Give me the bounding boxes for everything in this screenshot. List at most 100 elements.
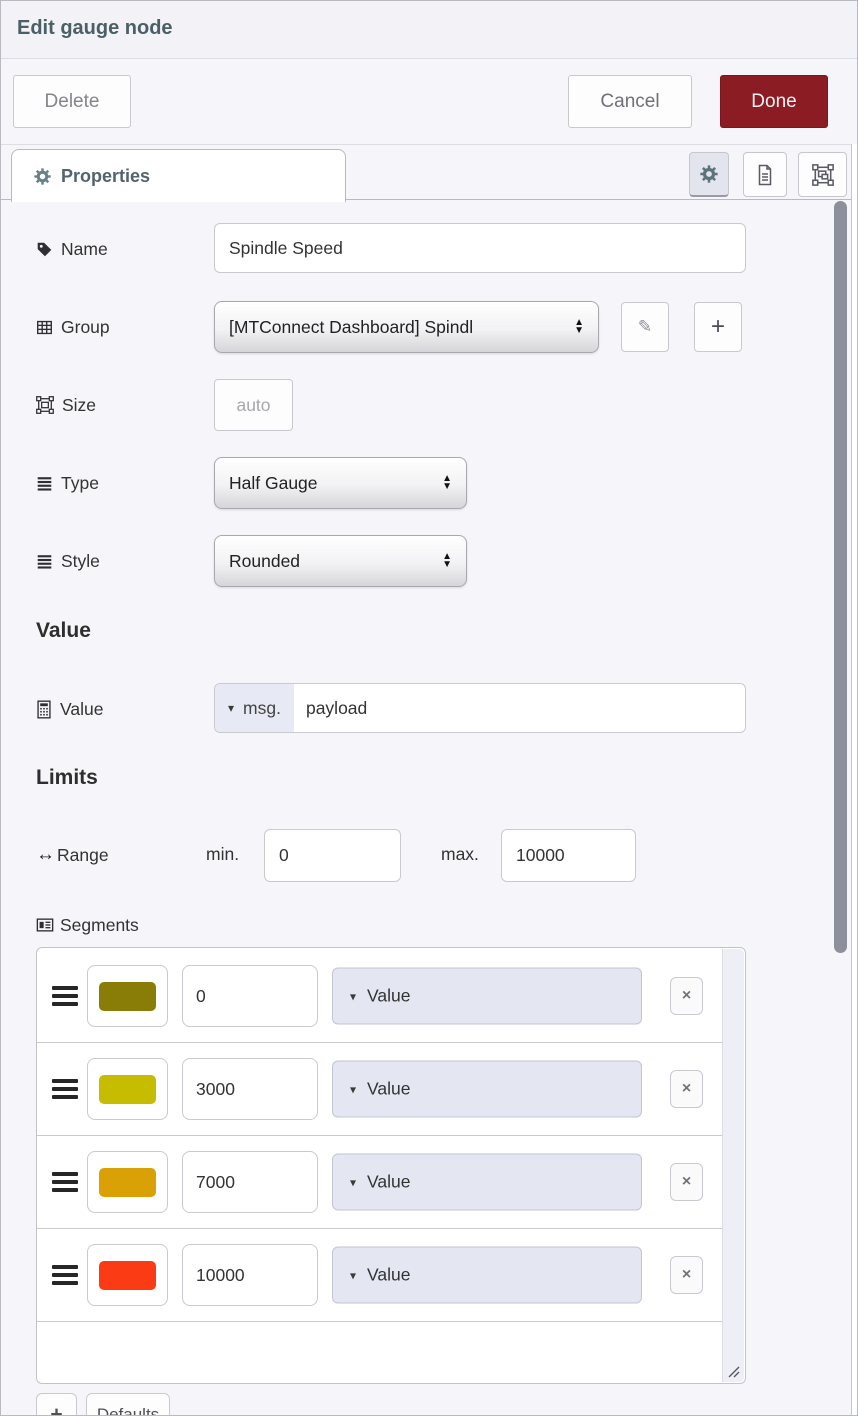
style-label-text: Style <box>61 551 100 572</box>
tab-properties-label: Properties <box>61 166 150 187</box>
value-type-label: msg. <box>243 698 281 719</box>
close-icon: × <box>682 988 691 1004</box>
appearance-tab-button[interactable] <box>798 152 847 197</box>
range-label-text: Range <box>57 845 109 866</box>
remove-segment-button[interactable]: × <box>670 1070 703 1108</box>
value-type-dropdown[interactable]: ▾ msg. <box>215 684 294 732</box>
value-typed-input: ▾ msg. <box>214 683 746 733</box>
defaults-button[interactable]: Defaults <box>86 1393 170 1416</box>
select-arrows-icon: ▲▼ <box>442 553 452 569</box>
segment-type-dropdown[interactable]: ▾ Value <box>332 1061 642 1118</box>
type-field-label: Type <box>36 457 99 509</box>
drag-handle-icon[interactable] <box>52 1075 78 1103</box>
tab-properties[interactable]: Properties <box>11 149 346 202</box>
add-group-button[interactable]: + <box>694 302 742 352</box>
segments-scroll-track[interactable] <box>722 949 744 1382</box>
list-icon <box>36 553 53 570</box>
list-icon <box>36 475 53 492</box>
remove-segment-button[interactable]: × <box>670 977 703 1015</box>
close-icon: × <box>682 1174 691 1190</box>
segment-row: ▾ Value × <box>37 1229 723 1322</box>
value-section-heading: Value <box>36 619 91 643</box>
description-tab-button[interactable] <box>743 152 787 197</box>
name-label-text: Name <box>61 239 108 260</box>
size-auto-button[interactable]: auto <box>214 379 293 431</box>
type-select-value: Half Gauge <box>229 473 436 494</box>
caret-down-icon: ▾ <box>350 989 356 1003</box>
done-button[interactable]: Done <box>720 75 828 128</box>
gear-icon <box>34 168 51 185</box>
calculator-icon <box>36 700 52 719</box>
size-field-label: Size <box>36 379 96 431</box>
dialog-header: Edit gauge node <box>1 1 857 59</box>
segment-color-swatch <box>99 982 156 1011</box>
caret-down-icon: ▾ <box>350 1175 356 1189</box>
segment-type-label: Value <box>367 1265 410 1286</box>
resize-handle-icon[interactable] <box>725 1363 743 1381</box>
limits-section-heading: Limits <box>36 766 98 790</box>
value-property-input[interactable] <box>294 684 745 732</box>
segment-color-button[interactable] <box>87 1151 168 1213</box>
close-icon: × <box>682 1081 691 1097</box>
plus-icon: + <box>711 313 725 341</box>
segment-type-dropdown[interactable]: ▾ Value <box>332 968 642 1025</box>
style-select[interactable]: Rounded ▲▼ <box>214 535 467 587</box>
gear-icon <box>700 165 718 183</box>
segment-type-label: Value <box>367 1172 410 1193</box>
name-input[interactable] <box>214 223 746 273</box>
segment-value-input[interactable] <box>182 1058 318 1120</box>
segments-rows: ▾ Value × ▾ Value × ▾ Value × <box>37 950 723 1322</box>
cancel-button[interactable]: Cancel <box>568 75 692 128</box>
segments-field-label: Segments <box>36 899 139 951</box>
range-field-label: ↔ Range <box>36 829 109 881</box>
delete-button[interactable]: Delete <box>13 75 131 128</box>
segment-value-input[interactable] <box>182 965 318 1027</box>
document-icon <box>755 164 775 186</box>
segments-icon <box>36 916 54 934</box>
caret-down-icon: ▾ <box>350 1082 356 1096</box>
segment-color-button[interactable] <box>87 1244 168 1306</box>
segment-color-button[interactable] <box>87 965 168 1027</box>
close-icon: × <box>682 1267 691 1283</box>
range-max-input[interactable] <box>501 829 636 882</box>
select-arrows-icon: ▲▼ <box>574 319 584 335</box>
size-label-text: Size <box>62 395 96 416</box>
group-select-value: [MTConnect Dashboard] Spindl <box>229 317 568 338</box>
style-field-label: Style <box>36 535 100 587</box>
segment-type-dropdown[interactable]: ▾ Value <box>332 1154 642 1211</box>
group-label-text: Group <box>61 317 110 338</box>
type-label-text: Type <box>61 473 99 494</box>
caret-down-icon: ▾ <box>350 1268 356 1282</box>
segment-color-button[interactable] <box>87 1058 168 1120</box>
remove-segment-button[interactable]: × <box>670 1163 703 1201</box>
remove-segment-button[interactable]: × <box>670 1256 703 1294</box>
segments-label-text: Segments <box>60 915 139 936</box>
tab-bar: Properties <box>1 144 857 200</box>
caret-down-icon: ▾ <box>228 701 234 715</box>
value-label-text: Value <box>60 699 103 720</box>
add-segment-button[interactable]: + <box>36 1393 77 1416</box>
pencil-icon: ✎ <box>638 317 652 337</box>
group-select[interactable]: [MTConnect Dashboard] Spindl ▲▼ <box>214 301 599 353</box>
drag-handle-icon[interactable] <box>52 982 78 1010</box>
type-select[interactable]: Half Gauge ▲▼ <box>214 457 467 509</box>
select-arrows-icon: ▲▼ <box>442 475 452 491</box>
segment-row: ▾ Value × <box>37 1136 723 1229</box>
properties-gear-button[interactable] <box>689 152 729 197</box>
vertical-scrollbar[interactable] <box>834 201 847 953</box>
plus-icon: + <box>50 1403 62 1416</box>
segment-value-input[interactable] <box>182 1151 318 1213</box>
drag-handle-icon[interactable] <box>52 1168 78 1196</box>
edit-group-button[interactable]: ✎ <box>621 302 669 352</box>
range-arrows-icon: ↔ <box>36 844 55 866</box>
segment-type-label: Value <box>367 986 410 1007</box>
appearance-icon <box>812 164 834 186</box>
range-min-input[interactable] <box>264 829 401 882</box>
segment-type-label: Value <box>367 1079 410 1100</box>
tag-icon <box>36 241 53 258</box>
group-field-label: Group <box>36 301 110 353</box>
edit-gauge-node-dialog: Edit gauge node Delete Cancel Done <box>0 0 858 1416</box>
segment-value-input[interactable] <box>182 1244 318 1306</box>
drag-handle-icon[interactable] <box>52 1261 78 1289</box>
segment-type-dropdown[interactable]: ▾ Value <box>332 1247 642 1304</box>
